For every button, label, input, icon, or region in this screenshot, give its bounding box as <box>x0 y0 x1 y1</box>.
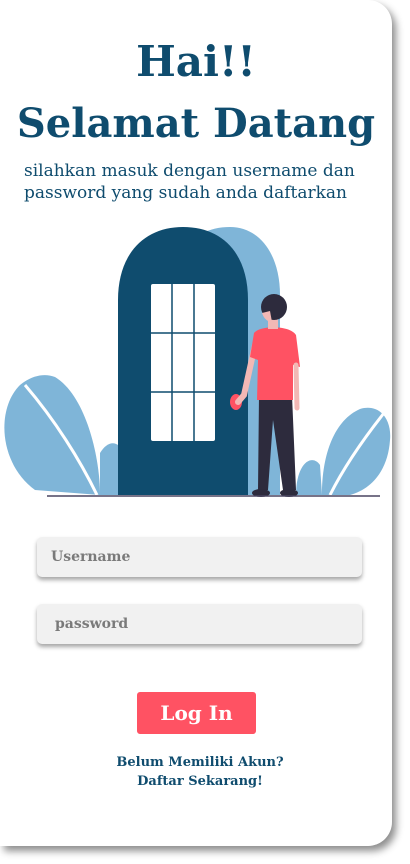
right-plant <box>296 407 391 496</box>
door-window-icon <box>151 284 215 441</box>
welcome-title: Selamat Datang <box>16 100 376 147</box>
login-button[interactable]: Log In <box>137 692 256 734</box>
left-plant <box>4 375 124 496</box>
subtitle-text: silahkan masuk dengan username dan passw… <box>24 161 355 203</box>
login-card: Hai!! Selamat Datang silahkan masuk deng… <box>0 0 392 846</box>
greeting-title: Hai!! <box>136 37 256 86</box>
password-input[interactable] <box>37 604 362 644</box>
register-question: Belum Memiliki Akun? <box>116 755 284 770</box>
username-input[interactable] <box>37 537 362 577</box>
person-at-door-illustration <box>4 227 391 497</box>
register-link[interactable]: Daftar Sekarang! <box>0 773 400 791</box>
